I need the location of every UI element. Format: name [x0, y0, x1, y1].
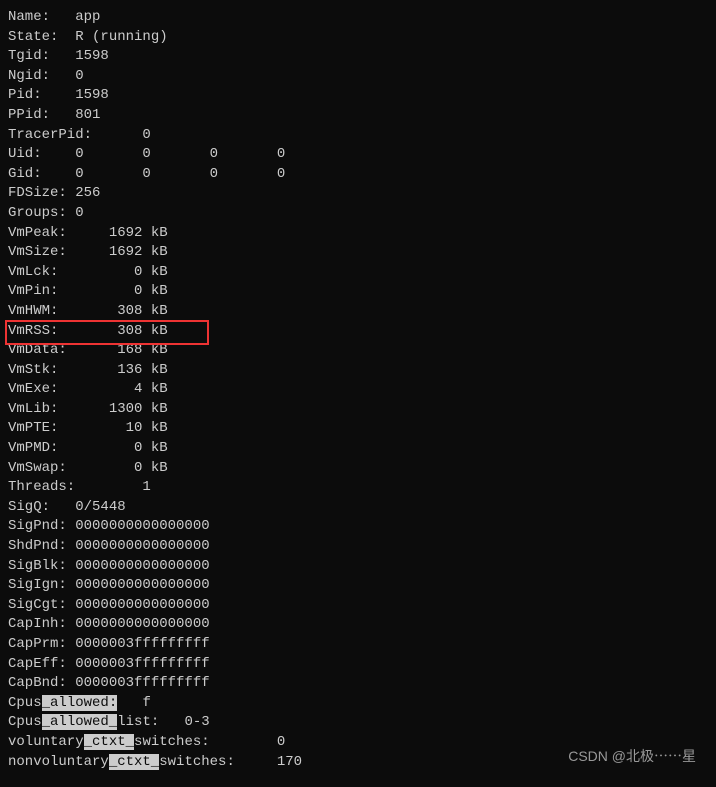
- proc-status-fdsize: FDSize: 256: [8, 184, 708, 204]
- proc-status-vmlib: VmLib: 1300 kB: [8, 400, 708, 420]
- proc-status-vmlck: VmLck: 0 kB: [8, 263, 708, 283]
- proc-status-vmrss: VmRSS: 308 kB: [8, 322, 708, 342]
- proc-status-vmpte: VmPTE: 10 kB: [8, 419, 708, 439]
- proc-status-vmsize: VmSize: 1692 kB: [8, 243, 708, 263]
- proc-status-vmpeak: VmPeak: 1692 kB: [8, 224, 708, 244]
- proc-status-capeff: CapEff: 0000003fffffffff: [8, 655, 708, 675]
- proc-status-vmpin: VmPin: 0 kB: [8, 282, 708, 302]
- selected-text: _ctxt_: [109, 754, 159, 770]
- proc-status-tgid: Tgid: 1598: [8, 47, 708, 67]
- proc-status-pid: Pid: 1598: [8, 86, 708, 106]
- proc-status-uid: Uid: 0 0 0 0: [8, 145, 708, 165]
- proc-status-vmstk: VmStk: 136 kB: [8, 361, 708, 381]
- proc-status-sigblk: SigBlk: 0000000000000000: [8, 557, 708, 577]
- proc-status-vmexe: VmExe: 4 kB: [8, 380, 708, 400]
- proc-status-cpus-allowed: Cpus_allowed: f: [8, 694, 708, 714]
- proc-status-vmswap: VmSwap: 0 kB: [8, 459, 708, 479]
- watermark: CSDN @北极⋯⋯星: [568, 747, 696, 767]
- selected-text: _allowed:: [42, 695, 118, 711]
- proc-status-tracerpid: TracerPid: 0: [8, 126, 708, 146]
- proc-status-state: State: R (running): [8, 28, 708, 48]
- proc-status-name: Name: app: [8, 8, 708, 28]
- proc-status-capbnd: CapBnd: 0000003fffffffff: [8, 674, 708, 694]
- proc-status-vmhwm: VmHWM: 308 kB: [8, 302, 708, 322]
- proc-status-cpus-allowed-list: Cpus_allowed_list: 0-3: [8, 713, 708, 733]
- proc-status-vmpmd: VmPMD: 0 kB: [8, 439, 708, 459]
- proc-status-gid: Gid: 0 0 0 0: [8, 165, 708, 185]
- proc-status-sigq: SigQ: 0/5448: [8, 498, 708, 518]
- proc-status-shdpnd: ShdPnd: 0000000000000000: [8, 537, 708, 557]
- proc-status-capprm: CapPrm: 0000003fffffffff: [8, 635, 708, 655]
- selected-text: _ctxt_: [84, 734, 134, 750]
- proc-status-ngid: Ngid: 0: [8, 67, 708, 87]
- proc-status-groups: Groups: 0: [8, 204, 708, 224]
- proc-status-vmdata: VmData: 168 kB: [8, 341, 708, 361]
- proc-status-sigcgt: SigCgt: 0000000000000000: [8, 596, 708, 616]
- proc-status-sigpnd: SigPnd: 0000000000000000: [8, 517, 708, 537]
- proc-status-capinh: CapInh: 0000000000000000: [8, 615, 708, 635]
- proc-status-ppid: PPid: 801: [8, 106, 708, 126]
- proc-status-threads: Threads: 1: [8, 478, 708, 498]
- selected-text: _allowed_: [42, 714, 118, 730]
- proc-status-sigign: SigIgn: 0000000000000000: [8, 576, 708, 596]
